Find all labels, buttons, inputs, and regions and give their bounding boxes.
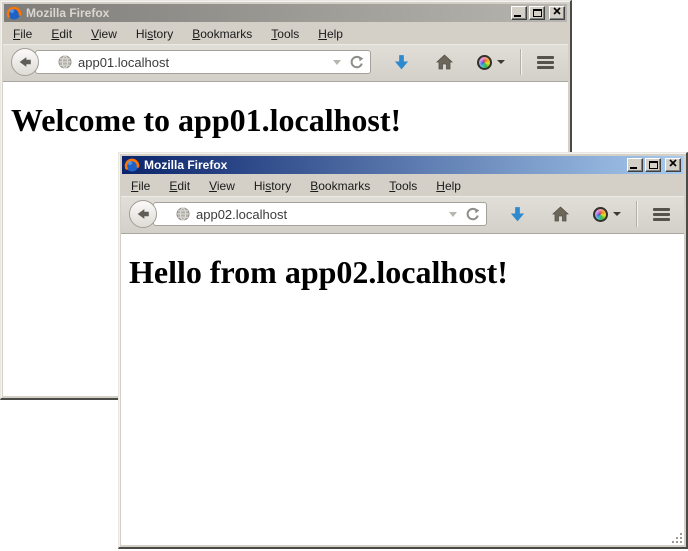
menu-icon[interactable]: [653, 208, 670, 221]
colorwheel-addon-button[interactable]: [593, 207, 621, 222]
chevron-down-icon: [613, 212, 621, 216]
url-input[interactable]: [78, 55, 329, 70]
menu-view[interactable]: View: [91, 27, 117, 41]
back-arrow-icon: [135, 206, 151, 222]
firefox-window-app02[interactable]: Mozilla Firefox File Edit View History B…: [118, 152, 688, 549]
menu-edit[interactable]: Edit: [51, 27, 72, 41]
globe-icon: [176, 207, 190, 221]
back-button[interactable]: [129, 200, 157, 228]
colorwheel-addon-button[interactable]: [477, 55, 505, 70]
menu-tools[interactable]: Tools: [271, 27, 299, 41]
minimize-button[interactable]: [627, 158, 643, 172]
reload-icon[interactable]: [465, 207, 480, 222]
window-controls: [511, 6, 565, 20]
page-content: Hello from app02.localhost!: [121, 234, 684, 545]
close-button[interactable]: [549, 6, 565, 20]
menu-bookmarks[interactable]: Bookmarks: [192, 27, 252, 41]
window-controls: [627, 158, 681, 172]
minimize-button[interactable]: [511, 6, 527, 20]
maximize-icon: [533, 9, 542, 17]
toolbar-separator: [520, 49, 522, 75]
home-icon[interactable]: [552, 206, 569, 222]
reload-icon[interactable]: [349, 55, 364, 70]
back-arrow-icon: [17, 54, 33, 70]
menu-edit[interactable]: Edit: [169, 179, 190, 193]
menu-file[interactable]: File: [13, 27, 32, 41]
menubar: File Edit View History Bookmarks Tools H…: [3, 23, 568, 44]
colorwheel-icon: [477, 55, 492, 70]
chevron-down-icon: [497, 60, 505, 64]
download-icon[interactable]: [393, 54, 410, 71]
navigation-toolbar: [121, 196, 684, 234]
window-title: Mozilla Firefox: [26, 6, 511, 20]
urlbar-dropdown-icon[interactable]: [333, 60, 341, 65]
menu-view[interactable]: View: [209, 179, 235, 193]
close-button[interactable]: [665, 158, 681, 172]
resize-grip[interactable]: [670, 531, 683, 544]
menu-help[interactable]: Help: [318, 27, 343, 41]
menu-bookmarks[interactable]: Bookmarks: [310, 179, 370, 193]
menu-icon[interactable]: [537, 56, 554, 69]
firefox-icon: [6, 5, 22, 21]
menubar: File Edit View History Bookmarks Tools H…: [121, 175, 684, 196]
menu-history[interactable]: History: [254, 179, 291, 193]
download-icon[interactable]: [509, 206, 526, 223]
home-icon[interactable]: [436, 54, 453, 70]
page-heading: Welcome to app01.localhost!: [11, 102, 560, 139]
colorwheel-icon: [593, 207, 608, 222]
url-input[interactable]: [196, 207, 445, 222]
firefox-icon: [124, 157, 140, 173]
menu-help[interactable]: Help: [436, 179, 461, 193]
maximize-icon: [649, 161, 658, 169]
close-icon: [669, 155, 677, 170]
maximize-button[interactable]: [645, 158, 661, 172]
globe-icon: [58, 55, 72, 69]
menu-history[interactable]: History: [136, 27, 173, 41]
window-title: Mozilla Firefox: [144, 158, 627, 172]
navigation-toolbar: [3, 44, 568, 82]
menu-tools[interactable]: Tools: [389, 179, 417, 193]
menu-file[interactable]: File: [131, 179, 150, 193]
maximize-button[interactable]: [529, 6, 545, 20]
url-bar[interactable]: [35, 50, 371, 74]
minimize-icon: [630, 167, 637, 169]
close-icon: [553, 3, 561, 18]
titlebar[interactable]: Mozilla Firefox: [122, 156, 683, 174]
titlebar[interactable]: Mozilla Firefox: [4, 4, 567, 22]
page-heading: Hello from app02.localhost!: [129, 254, 676, 291]
url-bar[interactable]: [153, 202, 487, 226]
toolbar-separator: [636, 201, 638, 227]
back-button[interactable]: [11, 48, 39, 76]
urlbar-dropdown-icon[interactable]: [449, 212, 457, 217]
minimize-icon: [514, 15, 521, 17]
